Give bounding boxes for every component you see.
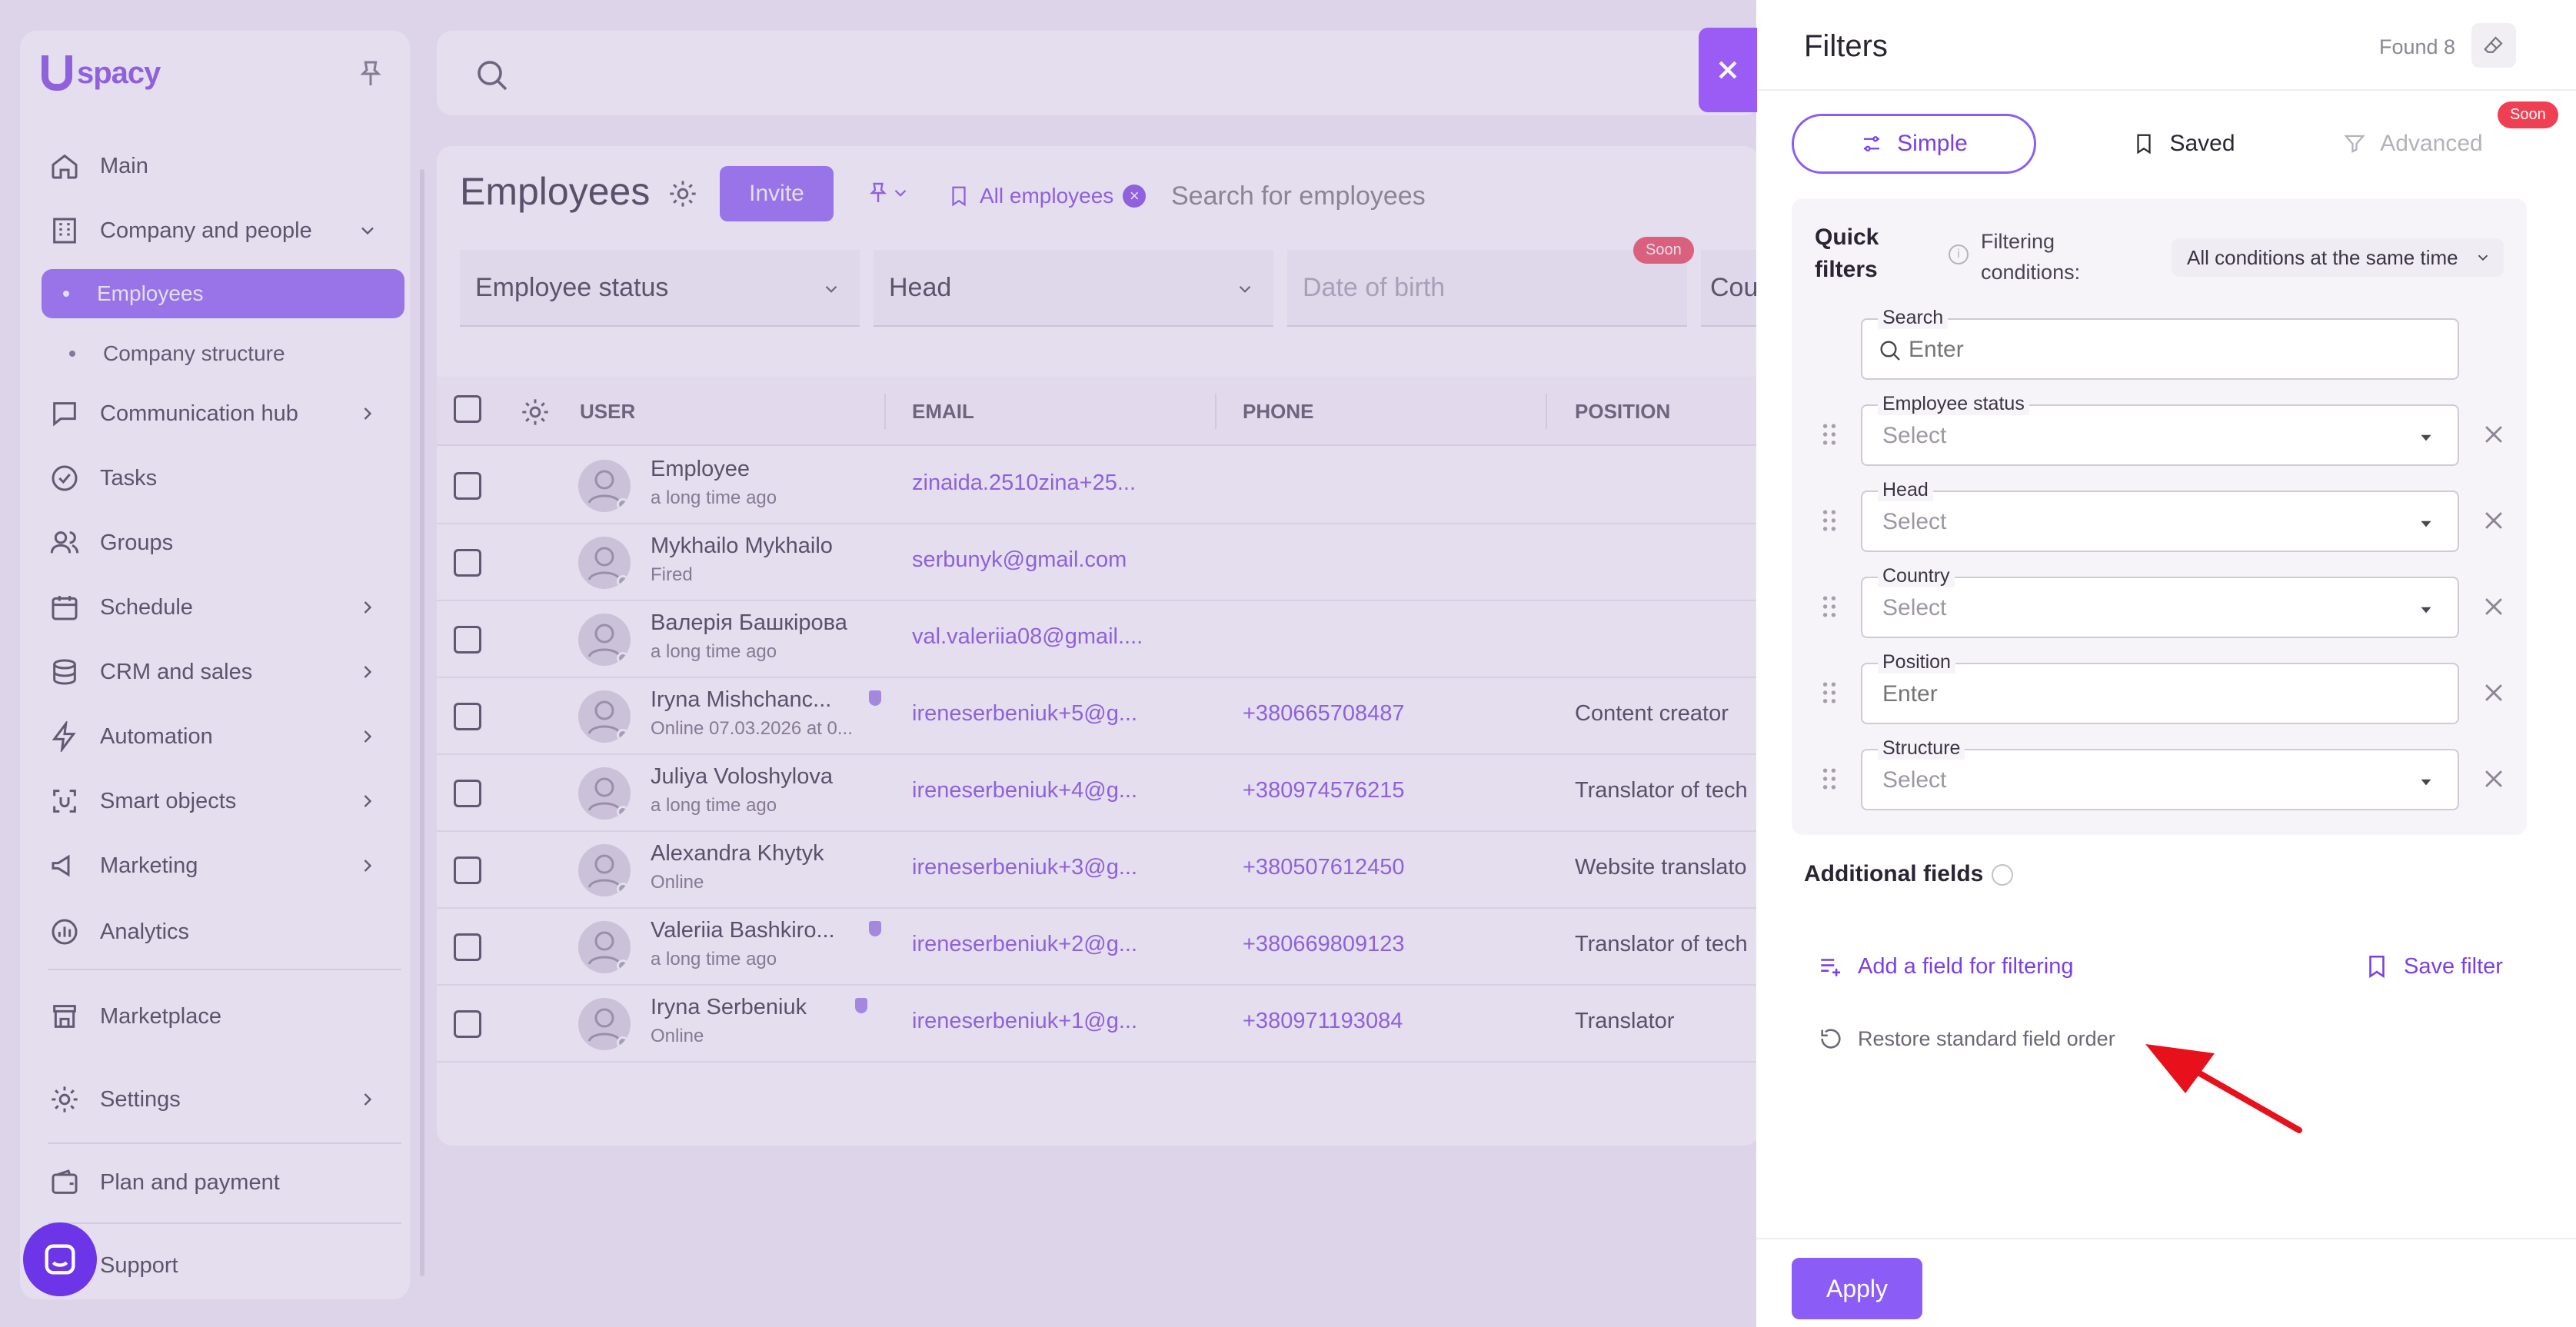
save-filter-button[interactable]: Save filter: [2364, 953, 2503, 979]
drag-handle-icon[interactable]: [1822, 595, 1836, 618]
head-field[interactable]: Head Select: [1861, 478, 2459, 552]
app-background: spacy Main Company and people Employees …: [0, 0, 1756, 1327]
remove-field-icon[interactable]: [2481, 680, 2507, 706]
info-icon[interactable]: i: [1949, 244, 1969, 264]
add-list-icon: [1821, 959, 1841, 976]
quick-filters-title-line: Quick: [1815, 224, 1879, 250]
add-filter-field-button[interactable]: Add a field for filtering: [1818, 953, 2073, 979]
tab-label: Advanced: [2380, 131, 2483, 156]
caret-down-icon: [2421, 779, 2431, 786]
drag-handle-icon[interactable]: [1822, 509, 1836, 532]
drawer-title: Filters: [1804, 29, 1888, 63]
clear-filters-button[interactable]: [2471, 23, 2516, 68]
button-label: Restore standard field order: [1858, 1026, 2115, 1050]
field-label: Position: [1878, 650, 1955, 673]
employee-status-field[interactable]: Employee status Select: [1861, 392, 2459, 466]
field-label: Employee status: [1878, 392, 2029, 415]
field-placeholder: Select: [1882, 595, 1947, 620]
modal-overlay[interactable]: [0, 0, 1756, 1327]
additional-fields-title: Additional fields: [1804, 861, 1984, 886]
position-field[interactable]: Position: [1861, 650, 2459, 724]
tab-label: Saved: [2169, 131, 2235, 156]
field-label: Structure: [1878, 737, 1965, 760]
position-input[interactable]: [1882, 681, 2344, 707]
drag-handle-icon[interactable]: [1822, 423, 1836, 446]
drawer-footer: Apply: [1756, 1238, 2576, 1327]
soon-badge: Soon: [2498, 101, 2558, 128]
field-label: Search: [1878, 306, 1949, 329]
drag-handle-icon[interactable]: [1822, 681, 1836, 704]
sliders-icon: [1864, 136, 1880, 151]
tab-saved[interactable]: Saved: [2084, 114, 2284, 174]
field-label: Country: [1878, 564, 1955, 587]
field-placeholder: Select: [1882, 509, 1947, 534]
bookmark-icon: [2137, 134, 2152, 155]
annotation-arrow-icon: [2145, 1044, 2302, 1133]
found-count: Found 8: [2379, 35, 2456, 58]
conditions-label-line: Filtering: [1981, 230, 2055, 253]
filtering-conditions-label: Filtering conditions:: [1981, 226, 2080, 288]
restore-field-order-button[interactable]: Restore standard field order: [1818, 1026, 2115, 1052]
structure-field[interactable]: Structure Select: [1861, 737, 2459, 810]
chevron-down-icon: [2478, 254, 2488, 261]
drawer-header: Filters Found 8: [1756, 0, 2576, 91]
close-filters-button[interactable]: [1699, 28, 1757, 112]
info-icon[interactable]: [1992, 864, 2013, 886]
eraser-icon: [2484, 36, 2503, 53]
close-icon: [1719, 61, 1737, 79]
country-field[interactable]: Country Select: [1861, 564, 2459, 638]
select-value: All conditions at the same time: [2187, 245, 2458, 269]
caret-down-icon: [2421, 520, 2431, 527]
chat-icon: [45, 1244, 75, 1275]
filter-mode-tabs: Simple Saved Advanced Soon: [1792, 101, 2558, 175]
remove-field-icon[interactable]: [2481, 507, 2507, 534]
tab-advanced: Advanced: [2299, 114, 2527, 174]
search-field[interactable]: Search: [1861, 306, 2459, 380]
search-input[interactable]: [1909, 337, 2370, 363]
remove-field-icon[interactable]: [2481, 421, 2507, 447]
remove-field-icon[interactable]: [2481, 766, 2507, 792]
conditions-label-line: conditions:: [1981, 261, 2081, 284]
button-label: Add a field for filtering: [1858, 953, 2074, 979]
button-label: Save filter: [2404, 953, 2503, 979]
field-label: Head: [1878, 478, 1933, 501]
field-placeholder: Select: [1882, 423, 1947, 448]
drag-handle-icon[interactable]: [1822, 767, 1836, 790]
filter-icon: [2344, 135, 2366, 153]
quick-filters-section: Quick filters i Filtering conditions: Al…: [1792, 198, 2527, 835]
support-chat-button[interactable]: [23, 1222, 97, 1296]
caret-down-icon: [2421, 434, 2431, 441]
remove-field-icon[interactable]: [2481, 594, 2507, 620]
tab-label: Simple: [1897, 131, 1968, 156]
caret-down-icon: [2421, 607, 2431, 614]
apply-button[interactable]: Apply: [1792, 1258, 1922, 1319]
bookmark-icon: [2369, 955, 2385, 979]
field-placeholder: Select: [1882, 767, 1947, 793]
restore-icon: [1821, 1029, 1841, 1049]
tab-simple[interactable]: Simple: [1792, 114, 2036, 174]
filtering-conditions-select[interactable]: All conditions at the same time: [2172, 238, 2504, 277]
search-icon: [1880, 341, 1900, 361]
quick-filters-title: Quick filters: [1815, 221, 1879, 286]
quick-filters-title-line: filters: [1815, 257, 1878, 282]
